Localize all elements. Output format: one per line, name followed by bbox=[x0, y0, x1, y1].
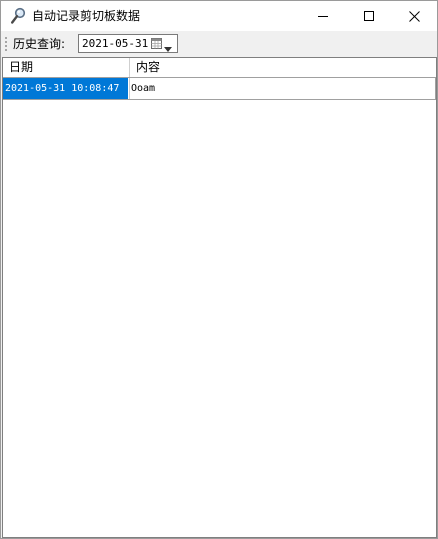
minimize-icon bbox=[318, 16, 328, 17]
date-picker[interactable]: 2021-05-31 bbox=[78, 34, 178, 53]
column-header-content[interactable]: 内容 bbox=[130, 58, 436, 77]
chevron-down-icon[interactable] bbox=[164, 41, 172, 52]
maximize-button[interactable] bbox=[346, 1, 392, 31]
date-picker-value[interactable]: 2021-05-31 bbox=[82, 36, 148, 52]
grid-header: 日期 内容 bbox=[3, 58, 436, 78]
maximize-icon bbox=[364, 11, 374, 21]
row-content-cell[interactable]: Ooam bbox=[129, 78, 436, 99]
row-date-cell[interactable]: 2021-05-31 10:08:47 bbox=[3, 78, 128, 99]
app-window: 自动记录剪切板数据 历史查询: 2021-05-31 日期 内容 2021-05… bbox=[0, 0, 438, 539]
calendar-icon[interactable] bbox=[151, 38, 162, 49]
close-button[interactable] bbox=[391, 1, 437, 31]
window-title: 自动记录剪切板数据 bbox=[32, 9, 141, 23]
close-icon bbox=[408, 10, 420, 22]
toolbar: 历史查询: 2021-05-31 bbox=[1, 31, 437, 56]
title-bar[interactable]: 自动记录剪切板数据 bbox=[1, 1, 437, 31]
history-query-label: 历史查询: bbox=[13, 37, 66, 51]
column-header-date[interactable]: 日期 bbox=[3, 58, 130, 77]
table-row[interactable]: 2021-05-31 10:08:47 Ooam bbox=[3, 78, 436, 100]
minimize-button[interactable] bbox=[300, 1, 346, 31]
toolbar-grip-icon[interactable] bbox=[5, 36, 7, 52]
row-divider bbox=[435, 78, 436, 99]
history-grid[interactable]: 日期 内容 2021-05-31 10:08:47 Ooam bbox=[2, 57, 437, 538]
magnifier-icon bbox=[10, 7, 26, 25]
